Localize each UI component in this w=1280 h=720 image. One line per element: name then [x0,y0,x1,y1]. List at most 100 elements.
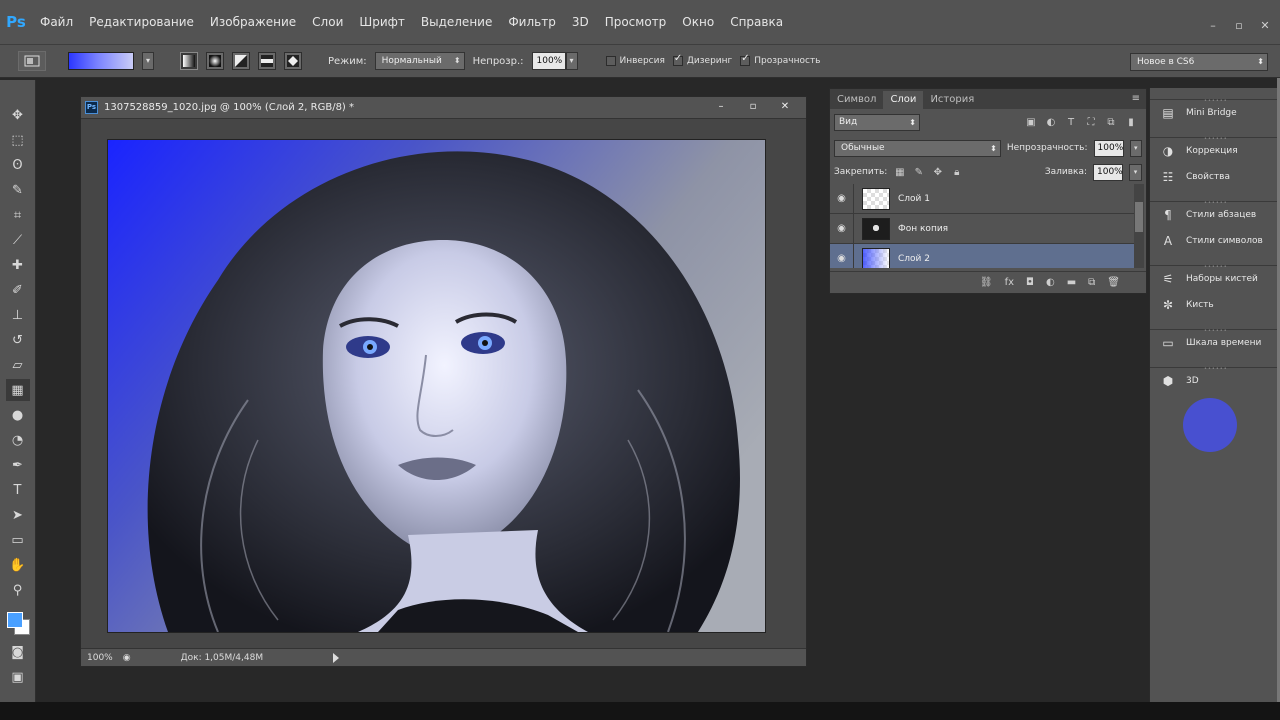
hand-tool-icon[interactable]: ✋ [6,554,30,576]
pen-tool-icon[interactable]: ✒ [6,454,30,476]
marquee-tool-icon[interactable]: ⬚ [6,129,30,151]
dock-group-separator[interactable] [1150,356,1277,372]
new-adjustment-layer-icon[interactable]: ◐ [1046,277,1055,288]
inverse-checkbox[interactable] [605,56,616,66]
zoom-tool-icon[interactable]: ⚲ [6,579,30,601]
menu-item-4[interactable]: Шрифт [351,0,413,44]
minimize-button[interactable]: – [1206,20,1220,32]
adjustment-filter-icon[interactable]: ◐ [1044,115,1058,129]
menu-item-0[interactable]: Файл [32,0,81,44]
lock-position-icon[interactable]: ✥ [931,167,944,178]
quick-mask-icon[interactable]: ◙ [6,641,30,663]
pixel-filter-icon[interactable]: ▣ [1024,115,1038,129]
restore-button[interactable]: ▫ [1232,20,1246,32]
layer-opacity-field[interactable]: 100% [1093,139,1124,157]
transparency-checkbox[interactable] [740,53,751,66]
history-brush-tool-icon[interactable]: ↺ [6,329,30,351]
shape-filter-icon[interactable]: ⛶ [1084,115,1098,129]
shape-tool-icon[interactable]: ▭ [6,529,30,551]
layer-name[interactable]: Фон копия [898,224,948,234]
layer-opacity-dropdown[interactable]: ▾ [1129,139,1142,157]
screen-mode-icon[interactable]: ▣ [6,666,30,688]
new-layer-icon[interactable]: ⧉ [1088,277,1095,288]
menu-item-3[interactable]: Слои [304,0,351,44]
panel-menu-icon[interactable]: ≡ [1132,93,1140,104]
layer-kind-filter[interactable]: Вид [834,113,920,131]
new-group-icon[interactable]: ▬ [1067,277,1076,288]
path-selection-tool-icon[interactable]: ➤ [6,504,30,526]
reflected-gradient-button[interactable] [258,52,276,70]
mode-select[interactable]: Нормальный [374,52,465,70]
eyedropper-tool-icon[interactable]: ⟋ [6,229,30,251]
lock-all-icon[interactable]: 🔒︎ [950,167,963,178]
link-layers-icon[interactable]: ⛓ [980,277,993,288]
gradient-tool-icon[interactable]: ▦ [5,379,30,401]
doc-maximize-button[interactable]: ▫ [742,100,764,114]
panel-tab-2[interactable]: История [923,91,981,109]
layer-row[interactable]: ◉ Слой 2 [830,243,1136,268]
type-tool-icon[interactable]: T [6,479,30,501]
menu-item-10[interactable]: Справка [722,0,791,44]
layer-row[interactable]: ◉ Фон копия [830,213,1136,244]
angle-gradient-button[interactable] [232,52,250,70]
eraser-tool-icon[interactable]: ▱ [6,354,30,376]
linear-gradient-button[interactable] [180,52,198,70]
move-tool-icon[interactable]: ✥ [6,104,30,126]
doc-minimize-button[interactable]: – [710,100,732,114]
close-button[interactable]: ✕ [1258,20,1272,32]
dither-option[interactable]: Дизеринг [672,53,732,66]
color-swatches[interactable] [5,608,31,638]
foreground-color[interactable] [6,612,23,628]
add-mask-icon[interactable]: ◘ [1026,277,1034,288]
lock-transparent-icon[interactable]: ▦ [893,167,906,178]
menu-item-8[interactable]: Просмотр [597,0,675,44]
opacity-field[interactable]: 100% [531,52,566,70]
gradient-picker-dropdown[interactable]: ▾ [142,52,154,70]
dither-checkbox[interactable] [672,53,683,66]
quick-selection-tool-icon[interactable]: ✎ [6,179,30,201]
menu-item-1[interactable]: Редактирование [81,0,202,44]
layers-scroll-thumb[interactable] [1135,202,1143,232]
smart-object-filter-icon[interactable]: ⧉ [1104,115,1118,129]
dock-group-separator[interactable] [1150,190,1277,206]
menu-item-9[interactable]: Окно [674,0,722,44]
layer-visibility-eye-icon[interactable]: ◉ [830,184,854,214]
brush-tool-icon[interactable]: ✐ [6,279,30,301]
dock-item-properties[interactable]: ☷ Свойства [1150,164,1277,190]
doc-close-button[interactable]: ✕ [774,100,796,114]
panel-tab-0[interactable]: Символ [830,91,883,109]
status-info-icon[interactable]: ◉ [123,653,131,663]
dock-group-separator[interactable] [1150,126,1277,142]
transparency-option[interactable]: Прозрачность [740,53,821,66]
fill-dropdown[interactable]: ▾ [1129,163,1142,181]
layer-name[interactable]: Слой 1 [898,194,930,204]
zoom-level[interactable]: 100% [87,653,113,663]
menu-item-7[interactable]: 3D [564,0,597,44]
layer-visibility-eye-icon[interactable]: ◉ [830,213,854,244]
type-filter-icon[interactable]: T [1064,115,1078,129]
document-title-bar[interactable]: Ps 1307528859_1020.jpg @ 100% (Слой 2, R… [81,97,806,119]
diamond-gradient-button[interactable] [284,52,302,70]
workspace-select[interactable]: Новое в CS6 [1130,53,1268,71]
dock-group-separator[interactable] [1150,318,1277,334]
opacity-dropdown[interactable]: ▾ [565,52,578,70]
tool-preset-picker[interactable] [18,51,46,71]
canvas-area[interactable] [81,119,806,649]
gradient-swatch[interactable] [68,52,134,70]
panel-tab-1[interactable]: Слои [883,91,924,109]
dock-item-character-styles[interactable]: A Стили символов [1150,228,1277,254]
lasso-tool-icon[interactable]: ʘ [6,154,30,176]
filter-toggle-icon[interactable]: ▮ [1124,115,1138,129]
menu-item-5[interactable]: Выделение [413,0,500,44]
dock-group-separator[interactable] [1150,254,1277,270]
menu-item-2[interactable]: Изображение [202,0,304,44]
crop-tool-icon[interactable]: ⌗ [6,204,30,226]
lock-image-icon[interactable]: ✎ [912,167,925,178]
healing-brush-tool-icon[interactable]: ✚ [6,254,30,276]
layer-style-icon[interactable]: fx [1005,277,1014,288]
clone-stamp-tool-icon[interactable]: ⊥ [6,304,30,326]
status-menu-arrow-icon[interactable] [333,652,340,663]
dodge-tool-icon[interactable]: ◔ [6,429,30,451]
delete-layer-icon[interactable]: 🗑︎ [1107,277,1120,288]
menu-item-6[interactable]: Фильтр [500,0,563,44]
